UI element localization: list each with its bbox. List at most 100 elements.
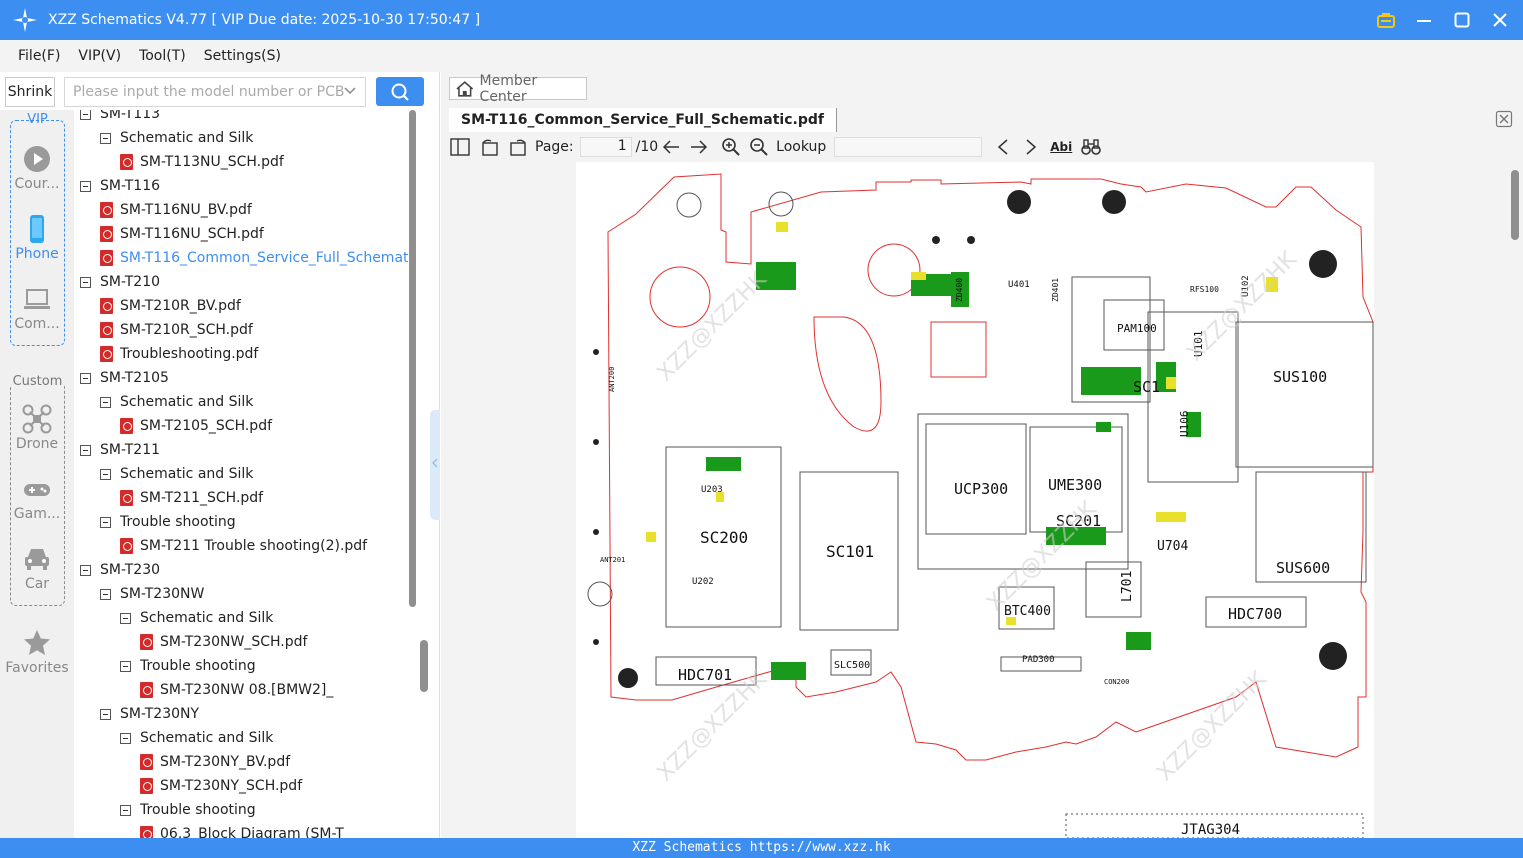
board-component-label[interactable]: PAD300 — [1022, 655, 1055, 665]
find-next-icon[interactable] — [1020, 136, 1042, 158]
rail-item-games[interactable]: Gam... — [0, 474, 74, 522]
board-component-label[interactable]: PAM100 — [1117, 322, 1157, 335]
tree-folder[interactable]: Schematic and Silk — [120, 727, 273, 749]
rotate-right-icon[interactable] — [507, 136, 529, 158]
board-component-label[interactable]: U106 — [1178, 411, 1191, 438]
board-component-label[interactable]: U704 — [1157, 539, 1188, 554]
tree-pdf-file[interactable]: Troubleshooting.pdf — [100, 343, 258, 365]
tree-folder[interactable]: Schematic and Silk — [120, 607, 273, 629]
collapse-icon[interactable] — [100, 588, 111, 600]
tree-folder[interactable]: Trouble shooting — [120, 655, 256, 677]
tree-pdf-file[interactable]: SM-T116NU_SCH.pdf — [100, 223, 264, 245]
tree-folder[interactable]: SM-T116 — [80, 175, 160, 197]
maximize-icon[interactable] — [1449, 7, 1475, 33]
next-page-icon[interactable] — [688, 136, 710, 158]
tree-folder[interactable]: SM-T211 — [80, 439, 160, 461]
search-button[interactable] — [376, 77, 424, 106]
board-component-label[interactable]: RFS100 — [1190, 285, 1219, 294]
collapse-icon[interactable] — [100, 396, 111, 408]
menu-vip[interactable]: VIP(V) — [78, 48, 121, 64]
rail-item-courses[interactable]: Cour... — [0, 144, 74, 192]
close-icon[interactable] — [1487, 7, 1513, 33]
viewer-scrollbar-thumb[interactable] — [1511, 170, 1519, 240]
binoculars-icon[interactable] — [1080, 136, 1102, 158]
pane-splitter[interactable] — [430, 410, 440, 520]
menu-tool[interactable]: Tool(T) — [139, 48, 186, 64]
board-component-label[interactable]: U401 — [1008, 280, 1030, 290]
tree-folder[interactable]: Schematic and Silk — [100, 127, 253, 149]
tree-folder[interactable]: Schematic and Silk — [100, 391, 253, 413]
tree-folder[interactable]: SM-T2105 — [80, 367, 169, 389]
tree-pdf-file[interactable]: 06.3_Block Diagram (SM-T — [140, 823, 344, 838]
collapse-icon[interactable] — [80, 276, 91, 288]
page-number-input[interactable]: 1 — [579, 137, 632, 157]
rail-item-phone[interactable]: Phone — [0, 214, 74, 262]
menu-file[interactable]: File(F) — [18, 48, 60, 64]
board-component-label[interactable]: SC1 — [1133, 378, 1160, 396]
board-component-label[interactable]: HDC701 — [678, 666, 732, 684]
viewer-scrollbar[interactable] — [1511, 170, 1519, 840]
tree-secondary-scrollbar[interactable] — [420, 640, 428, 692]
board-component-label[interactable]: HDC700 — [1228, 605, 1282, 623]
collapse-icon[interactable] — [80, 444, 91, 456]
tree-folder[interactable]: Schematic and Silk — [100, 463, 253, 485]
tree-pdf-file[interactable]: SM-T113NU_SCH.pdf — [120, 151, 284, 173]
collapse-icon[interactable] — [120, 732, 131, 744]
collapse-icon[interactable] — [100, 516, 111, 528]
board-component-label[interactable]: JTAG304 — [1181, 822, 1240, 838]
tree-pdf-file[interactable]: SM-T230NY_BV.pdf — [140, 751, 290, 773]
board-component-label[interactable]: CON200 — [1104, 678, 1129, 686]
tree-folder[interactable]: SM-T210 — [80, 271, 160, 293]
menu-settings[interactable]: Settings(S) — [204, 48, 281, 64]
tree-pdf-file[interactable]: SM-T210R_SCH.pdf — [100, 319, 253, 341]
tree-pdf-file[interactable]: SM-T210R_BV.pdf — [100, 295, 241, 317]
board-component-label[interactable]: SUS600 — [1276, 559, 1330, 577]
collapse-icon[interactable] — [100, 468, 111, 480]
tree-pdf-file[interactable]: SM-T116NU_BV.pdf — [100, 199, 252, 221]
model-search-input[interactable]: Please input the model number or PCB — [64, 77, 366, 107]
board-component-label[interactable]: ANT200 — [608, 367, 616, 392]
find-previous-icon[interactable] — [992, 136, 1014, 158]
tree-pdf-file[interactable]: SM-T230NY_SCH.pdf — [140, 775, 302, 797]
board-component-label[interactable]: ANT201 — [600, 556, 625, 564]
board-component-label[interactable]: SLC500 — [834, 660, 870, 671]
member-center-button[interactable]: Member Center — [449, 73, 587, 105]
tree-folder[interactable]: SM-T230 — [80, 559, 160, 581]
board-component-label[interactable]: BTC400 — [1004, 604, 1051, 619]
tree-pdf-file[interactable]: SM-T211_SCH.pdf — [120, 487, 263, 509]
zoom-in-icon[interactable] — [720, 136, 742, 158]
tree-folder[interactable]: SM-T113 — [80, 110, 160, 125]
rail-item-computer[interactable]: Com... — [0, 284, 74, 332]
tree-folder[interactable]: Trouble shooting — [100, 511, 236, 533]
rail-item-favorites[interactable]: Favorites — [0, 628, 74, 676]
tree-pdf-file[interactable]: SM-T2105_SCH.pdf — [120, 415, 272, 437]
collapse-icon[interactable] — [120, 660, 131, 672]
tree-pdf-file[interactable]: SM-T211 Trouble shooting(2).pdf — [120, 535, 367, 557]
match-case-button[interactable]: Abi — [1048, 136, 1074, 158]
minimize-icon[interactable] — [1411, 7, 1437, 33]
rail-item-drone[interactable]: Drone — [0, 404, 74, 452]
tree-folder[interactable]: Trouble shooting — [120, 799, 256, 821]
collapse-icon[interactable] — [100, 132, 111, 144]
vip-badge-icon[interactable] — [1373, 7, 1399, 33]
board-component-label[interactable]: ZD401 — [1051, 278, 1060, 302]
lookup-input[interactable] — [834, 137, 983, 157]
collapse-icon[interactable] — [80, 372, 91, 384]
board-component-label[interactable]: L701 — [1120, 571, 1135, 602]
tree-pdf-file[interactable]: SM-T230NW 08.[BMW2]_ — [140, 679, 333, 701]
board-component-label[interactable]: UCP300 — [954, 480, 1008, 498]
zoom-out-icon[interactable] — [748, 136, 770, 158]
tree-folder[interactable]: SM-T230NY — [100, 703, 199, 725]
board-component-label[interactable]: U202 — [692, 577, 714, 587]
board-component-label[interactable]: SC200 — [700, 528, 748, 547]
chevron-down-icon[interactable] — [343, 84, 357, 98]
board-component-label[interactable]: SC101 — [826, 542, 874, 561]
collapse-icon[interactable] — [80, 564, 91, 576]
rotate-left-icon[interactable] — [479, 136, 501, 158]
shrink-button[interactable]: Shrink — [5, 77, 55, 107]
tree-folder[interactable]: SM-T230NW — [100, 583, 204, 605]
tree-scrollbar[interactable] — [408, 110, 418, 610]
collapse-icon[interactable] — [80, 110, 91, 120]
tree-pdf-file[interactable]: SM-T230NW_SCH.pdf — [140, 631, 307, 653]
board-component-label[interactable]: SUS100 — [1273, 368, 1327, 386]
